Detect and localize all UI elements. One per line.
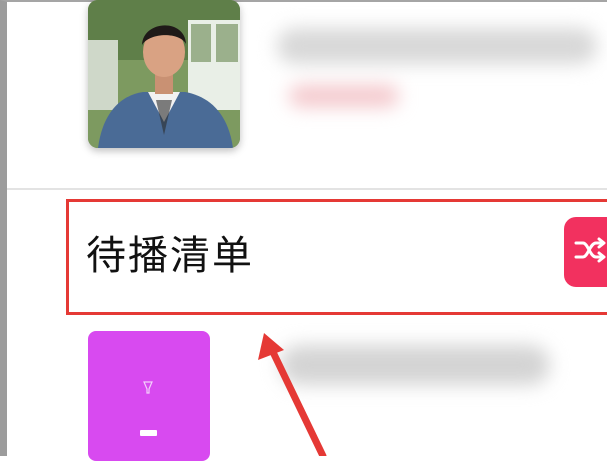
annotation-arrow	[258, 333, 327, 456]
